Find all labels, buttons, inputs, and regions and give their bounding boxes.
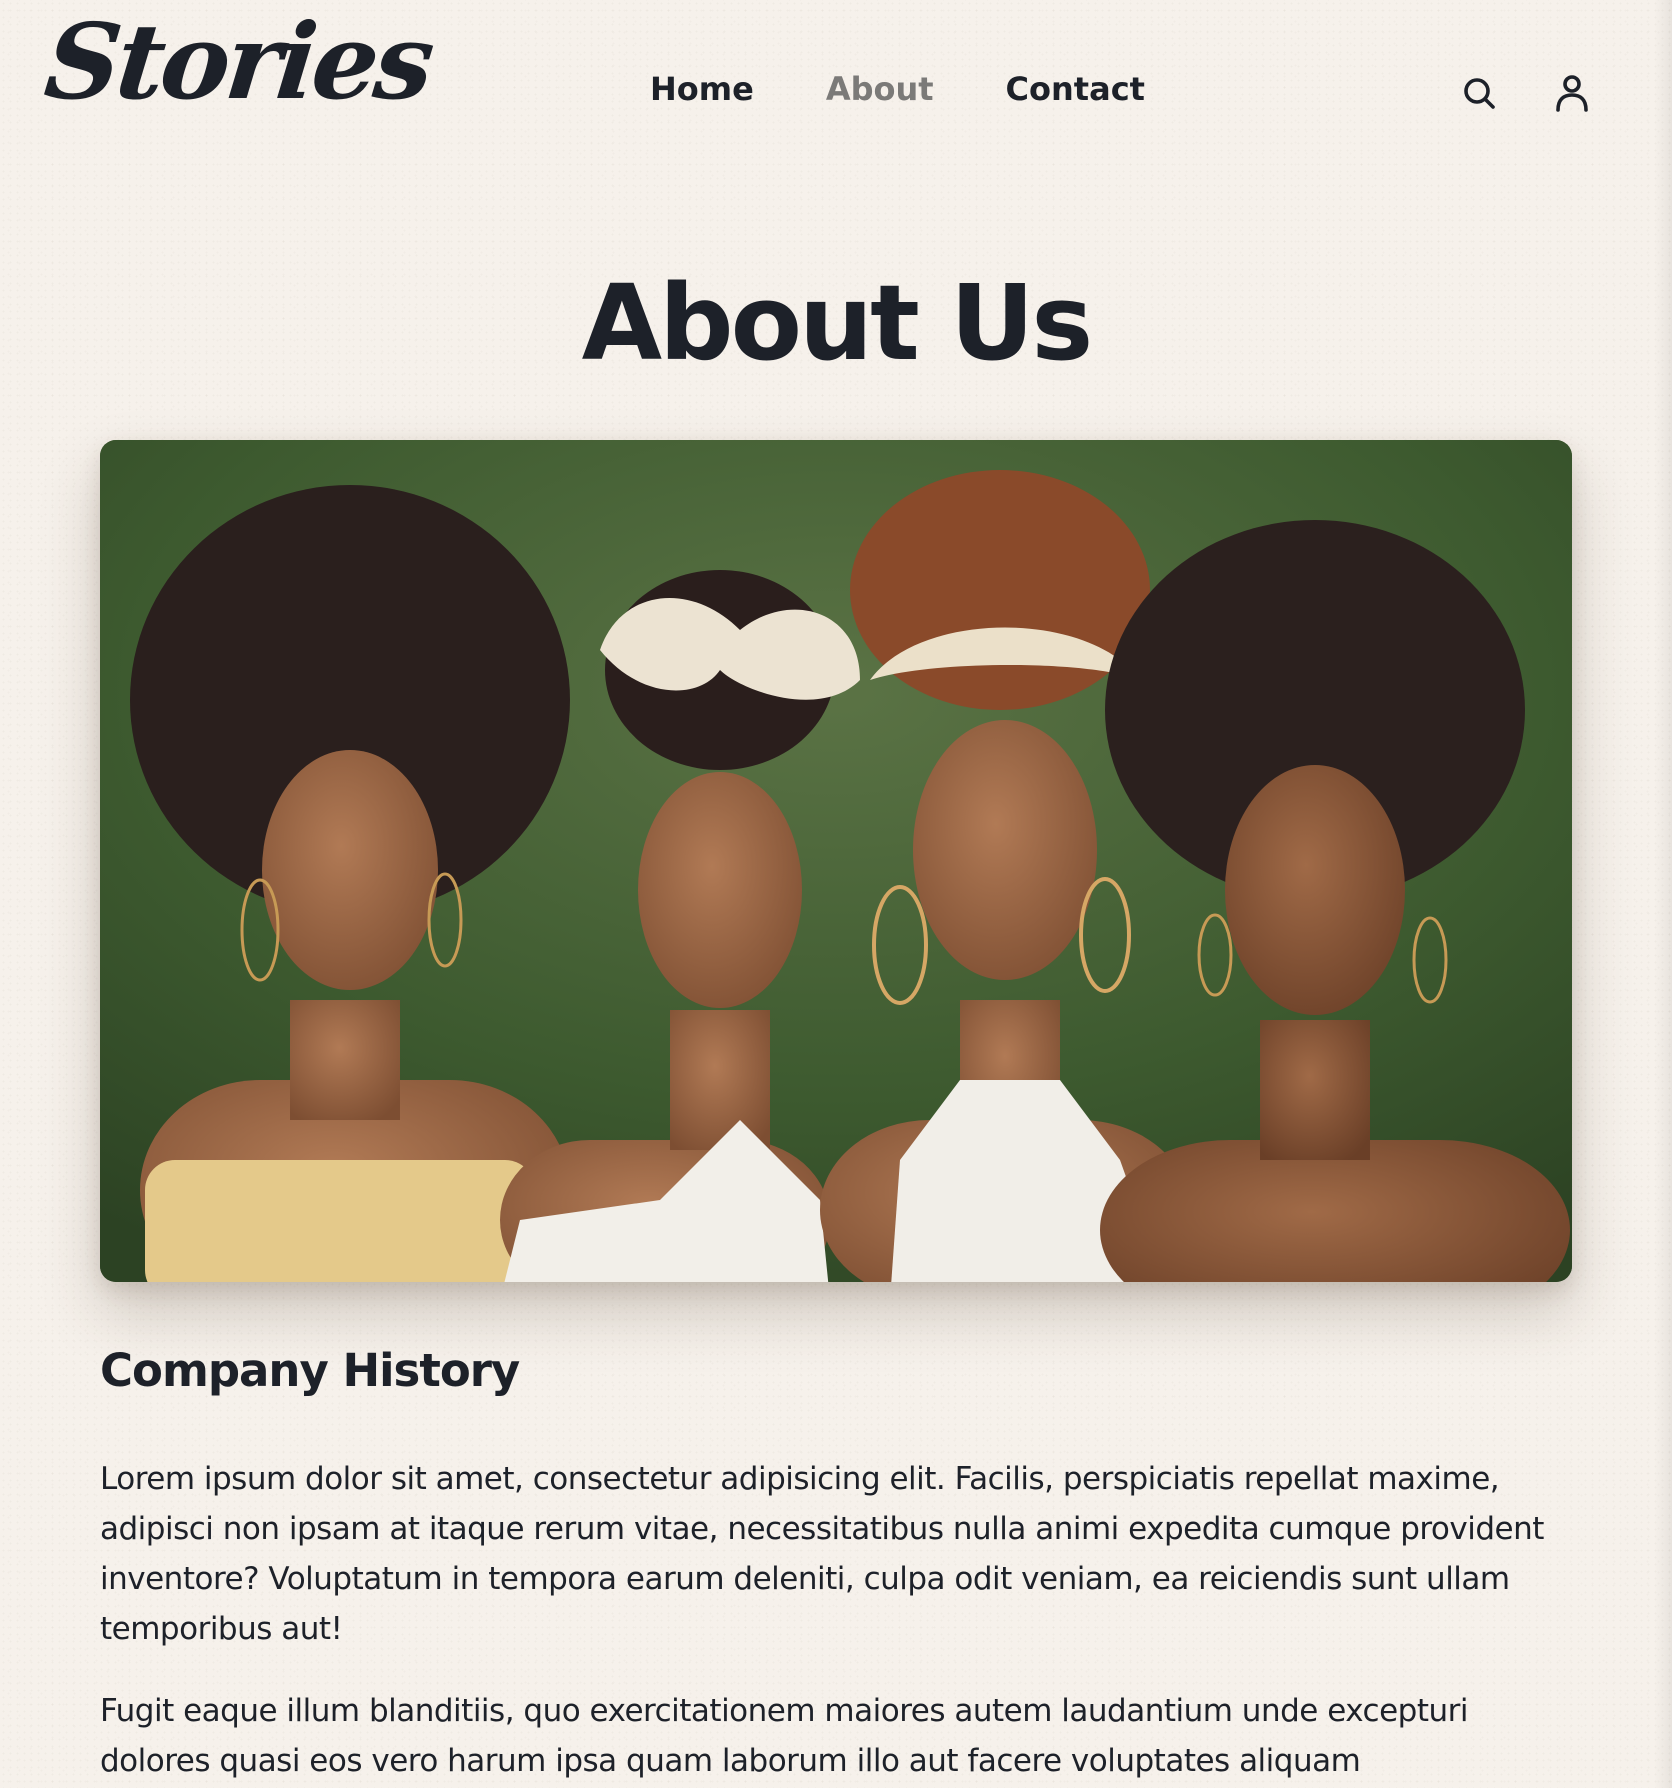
- main-nav: Home About Contact: [650, 70, 1145, 108]
- page-title: About Us: [581, 262, 1094, 384]
- history-paragraph-2: Fugit eaque illum blanditiis, quo exerci…: [100, 1693, 1468, 1779]
- site-header: Stories Home About Contact: [0, 0, 1672, 190]
- nav-home[interactable]: Home: [650, 70, 754, 108]
- site-logo[interactable]: Stories: [40, 0, 436, 123]
- hero-image: [100, 440, 1572, 1282]
- search-icon: [1464, 78, 1495, 109]
- company-history-heading: Company History: [100, 1344, 520, 1397]
- nav-about[interactable]: About: [826, 70, 934, 108]
- nav-contact[interactable]: Contact: [1006, 70, 1145, 108]
- user-account-button[interactable]: [1550, 72, 1594, 116]
- user-icon: [1556, 75, 1588, 112]
- history-paragraph-1: Lorem ipsum dolor sit amet, consectetur …: [100, 1461, 1544, 1647]
- search-button[interactable]: [1458, 72, 1502, 116]
